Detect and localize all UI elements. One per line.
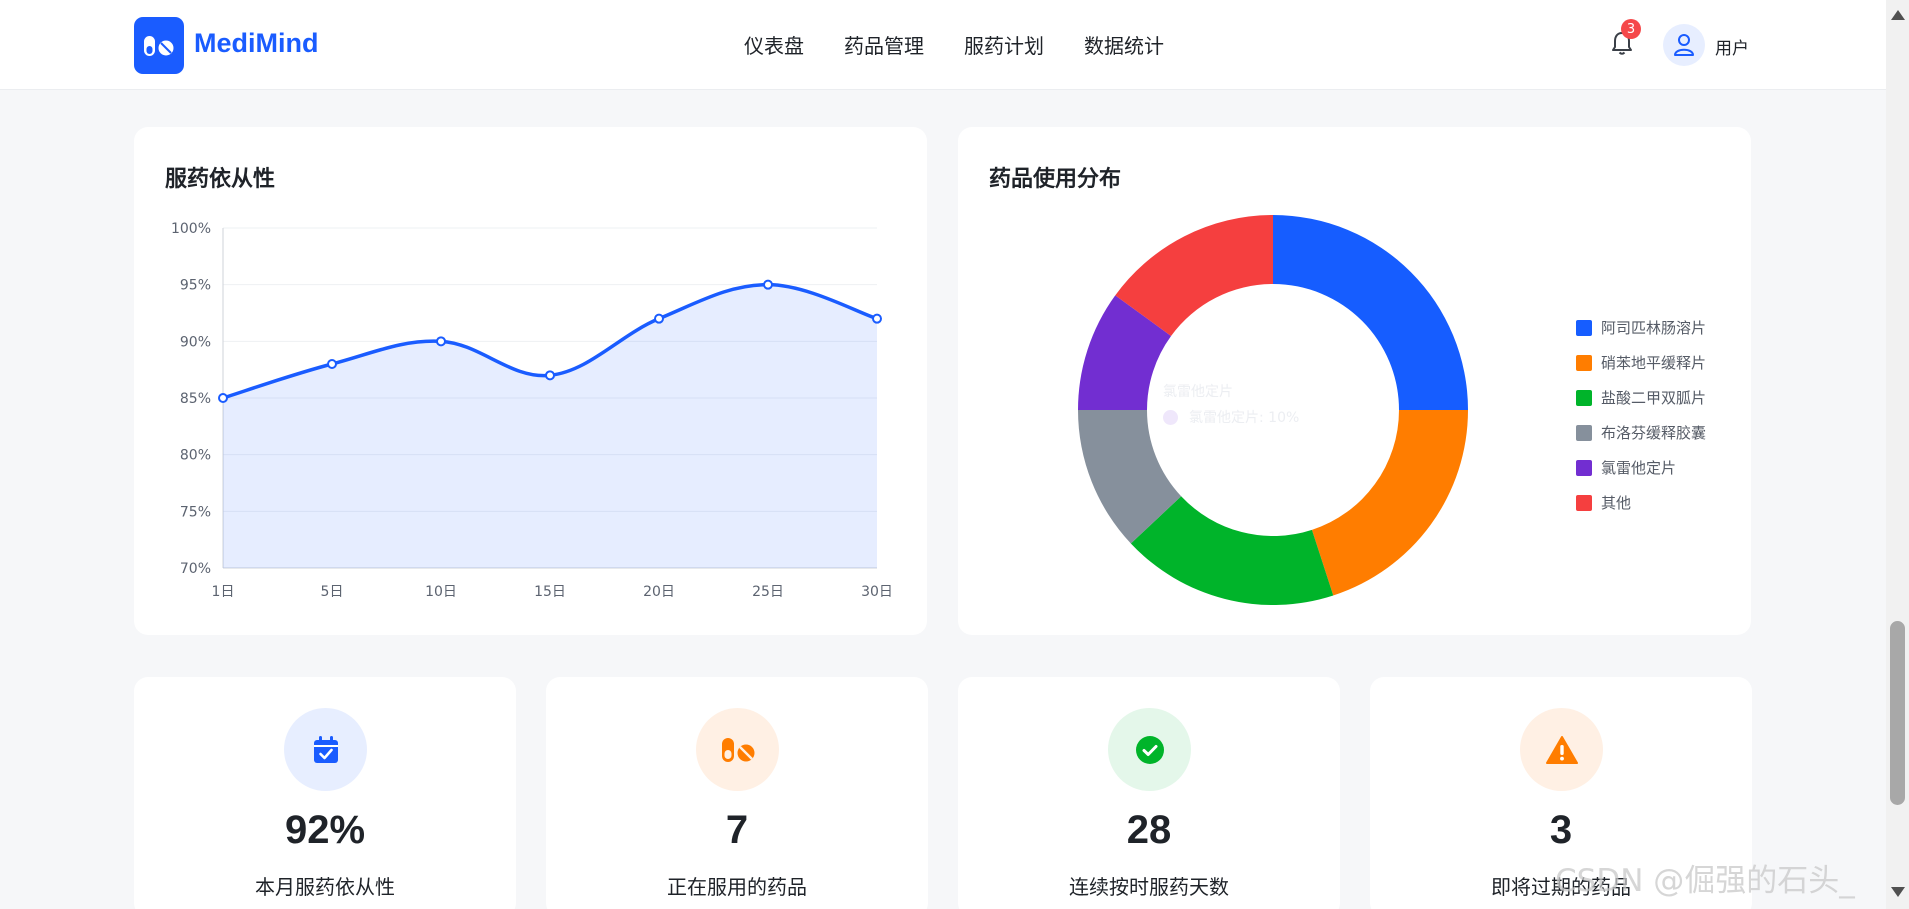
user-name[interactable]: 用户	[1715, 34, 1749, 59]
stat-label-active-medicines: 正在服用的药品	[667, 875, 807, 899]
user-avatar-icon[interactable]	[1663, 24, 1705, 66]
pills-icon	[696, 708, 779, 791]
pie-slice	[1311, 410, 1468, 596]
check-circle-icon	[1108, 708, 1191, 791]
data-point	[218, 393, 228, 403]
fading-tooltip-dot	[1163, 410, 1178, 425]
legend-swatch	[1576, 389, 1592, 406]
stat-label-streak-days: 连续按时服药天数	[1069, 875, 1229, 899]
legend-item[interactable]: 其他	[1576, 485, 1706, 520]
legend-item[interactable]: 盐酸二甲双胍片	[1576, 380, 1706, 415]
scroll-up-icon[interactable]	[1891, 10, 1905, 20]
scroll-down-icon[interactable]	[1891, 887, 1905, 897]
y-tick-label: 75%	[180, 504, 211, 520]
x-tick-label: 15日	[534, 584, 566, 600]
y-tick-label: 95%	[180, 278, 211, 294]
x-tick-label: 5日	[321, 584, 344, 600]
x-tick-label: 1日	[212, 584, 235, 600]
y-tick-label: 100%	[171, 221, 211, 237]
fading-tooltip-text: 氯雷他定片: 10%	[1189, 410, 1300, 426]
main-nav: 仪表盘 药品管理 服药计划 数据统计	[744, 30, 1164, 59]
legend-item[interactable]: 氯雷他定片	[1576, 450, 1706, 485]
logo-icon[interactable]	[134, 17, 184, 74]
area-fill	[223, 284, 877, 568]
data-point	[436, 336, 446, 347]
legend-label: 其他	[1601, 494, 1632, 512]
data-point	[327, 359, 337, 369]
stat-value-adherence: 92%	[284, 808, 366, 852]
top-header: MediMind 仪表盘 药品管理 服药计划 数据统计 3 用户	[0, 0, 1886, 90]
nav-data-statistics[interactable]: 数据统计	[1084, 30, 1164, 59]
data-point	[545, 370, 555, 381]
data-point	[654, 313, 664, 324]
x-tick-label: 20日	[643, 584, 675, 600]
x-tick-label: 30日	[861, 584, 893, 600]
y-tick-label: 90%	[180, 334, 211, 350]
stat-value-expiring-medicines: 3	[1549, 808, 1573, 852]
legend-label: 布洛芬缓释胶囊	[1601, 424, 1707, 442]
adherence-line-chart: 70% 75% 80% 85% 90% 95% 100% 1日 5日 10日 15日 20日 25日 30…	[171, 221, 893, 600]
y-tick-label: 80%	[180, 448, 211, 464]
pie-legend: 阿司匹林肠溶片 硝苯地平缓释片 盐酸二甲双胍片 布洛芬缓释胶囊 氯雷他定片其他	[1576, 310, 1706, 520]
stat-value-streak-days: 28	[1126, 808, 1172, 852]
notification-badge: 3	[1621, 19, 1641, 39]
fading-tooltip-title: 氯雷他定片	[1163, 384, 1233, 400]
brand-name[interactable]: MediMind	[194, 28, 318, 59]
legend-swatch	[1576, 354, 1592, 371]
pie-slice	[1273, 215, 1468, 410]
nav-dashboard[interactable]: 仪表盘	[744, 30, 804, 59]
nav-medicine-management[interactable]: 药品管理	[844, 30, 924, 59]
stat-value-active-medicines: 7	[725, 808, 749, 852]
scroll-thumb[interactable]	[1890, 621, 1905, 805]
legend-swatch	[1576, 424, 1592, 441]
x-tick-label: 10日	[425, 584, 457, 600]
legend-item[interactable]: 布洛芬缓释胶囊	[1576, 415, 1706, 450]
legend-swatch	[1576, 494, 1592, 511]
nav-medication-plan[interactable]: 服药计划	[964, 30, 1044, 59]
legend-label: 盐酸二甲双胍片	[1601, 389, 1707, 407]
legend-item[interactable]: 硝苯地平缓释片	[1576, 345, 1706, 380]
csdn-watermark: CSDN @倔强的石头_	[1555, 863, 1855, 899]
legend-swatch	[1576, 319, 1592, 336]
legend-swatch	[1576, 459, 1592, 476]
calendar-check-icon	[284, 708, 367, 791]
data-point	[872, 313, 882, 324]
page-scrollbar[interactable]	[1886, 0, 1909, 909]
y-tick-label: 70%	[180, 561, 211, 577]
legend-label: 硝苯地平缓释片	[1601, 354, 1707, 372]
data-point	[763, 279, 773, 290]
stat-label-adherence: 本月服药依从性	[255, 875, 395, 899]
x-tick-label: 25日	[752, 584, 784, 600]
legend-label: 氯雷他定片	[1601, 459, 1677, 477]
warning-icon	[1520, 708, 1603, 791]
legend-label: 阿司匹林肠溶片	[1601, 319, 1707, 337]
y-tick-label: 85%	[180, 391, 211, 407]
legend-item[interactable]: 阿司匹林肠溶片	[1576, 310, 1706, 345]
